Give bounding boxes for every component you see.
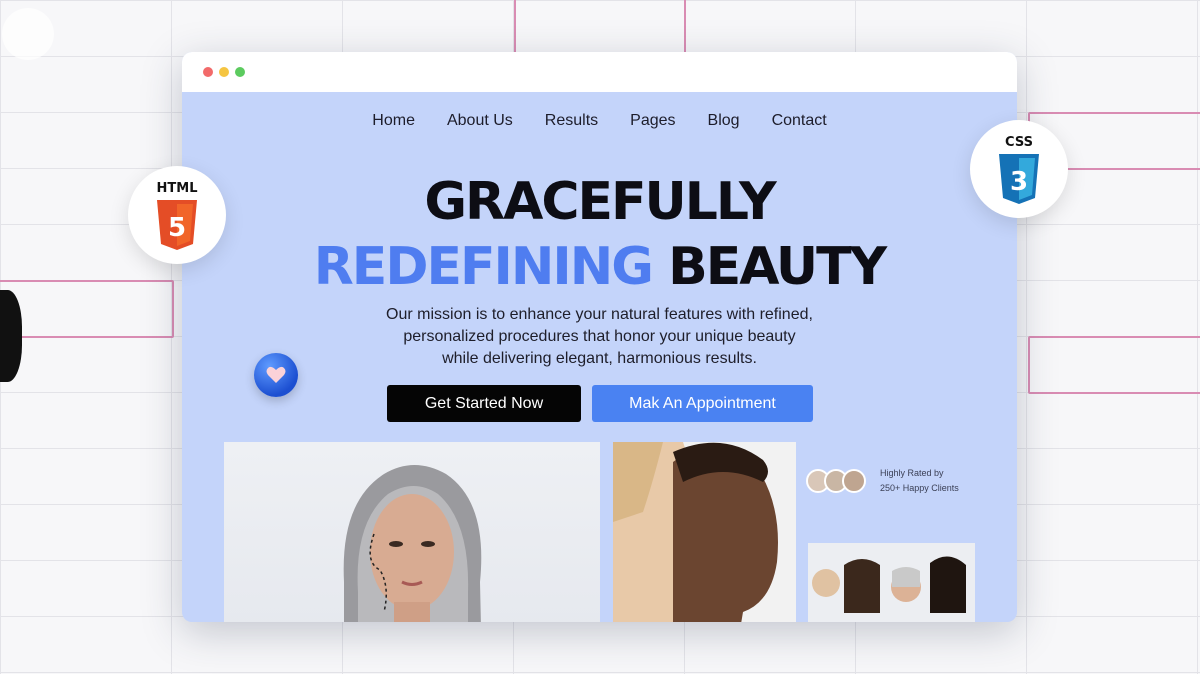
profiles-illustration xyxy=(613,442,778,622)
get-started-button[interactable]: Get Started Now xyxy=(387,385,581,422)
hero-title-line2: REDEFINING BEAUTY xyxy=(182,241,1017,293)
subtitle-line: while delivering elegant, harmonious res… xyxy=(442,350,757,367)
portrait-illustration xyxy=(343,465,482,622)
close-dot[interactable] xyxy=(203,67,213,77)
css3-badge: CSS 3 xyxy=(970,120,1068,218)
hero-subtitle: Our mission is to enhance your natural f… xyxy=(182,304,1017,370)
hero-title-accent: REDEFINING xyxy=(313,237,654,297)
nav-item-blog[interactable]: Blog xyxy=(708,112,740,130)
heart-bubble xyxy=(254,353,298,397)
decor-blob xyxy=(0,290,22,382)
nav-item-home[interactable]: Home xyxy=(372,112,415,130)
nav-item-results[interactable]: Results xyxy=(545,112,598,130)
rating-text: Highly Rated by 250+ Happy Clients xyxy=(880,466,959,496)
browser-titlebar xyxy=(182,52,1017,92)
hero-title-rest: BEAUTY xyxy=(668,237,887,297)
decor-rect xyxy=(1028,336,1200,394)
subtitle-line: Our mission is to enhance your natural f… xyxy=(386,306,813,323)
nav-item-contact[interactable]: Contact xyxy=(772,112,827,130)
group-illustration xyxy=(812,556,966,613)
subtitle-line: personalized procedures that honor your … xyxy=(403,328,796,345)
nav-item-pages[interactable]: Pages xyxy=(630,112,675,130)
client-rating: Highly Rated by 250+ Happy Clients xyxy=(806,466,959,496)
html5-number: 5 xyxy=(168,213,186,243)
nav-item-about-us[interactable]: About Us xyxy=(447,112,513,130)
html5-badge: HTML 5 xyxy=(128,166,226,264)
hero-title-line1: GRACEFULLY xyxy=(424,172,776,232)
main-nav: Home About Us Results Pages Blog Contact xyxy=(182,112,1017,130)
make-appointment-button[interactable]: Mak An Appointment xyxy=(592,385,813,422)
css3-number: 3 xyxy=(1010,167,1028,197)
browser-window: Home About Us Results Pages Blog Contact… xyxy=(182,52,1017,622)
css3-icon: 3 xyxy=(999,153,1039,204)
hero-photo-profiles xyxy=(613,442,796,622)
minimize-dot[interactable] xyxy=(219,67,229,77)
maximize-dot[interactable] xyxy=(235,67,245,77)
decor-circle xyxy=(2,8,54,60)
decor-rect xyxy=(514,0,686,54)
client-avatars xyxy=(806,469,866,493)
hero-photo-group xyxy=(808,543,975,622)
html-label: HTML xyxy=(156,180,198,196)
avatar xyxy=(842,469,866,493)
decor-rect xyxy=(0,280,174,338)
css-label: CSS xyxy=(1005,134,1033,150)
heart-icon xyxy=(266,366,286,383)
rating-line2: 250+ Happy Clients xyxy=(880,483,959,493)
rating-line1: Highly Rated by xyxy=(880,468,944,478)
hero-photo-main xyxy=(224,442,600,622)
html5-icon: 5 xyxy=(157,199,197,250)
